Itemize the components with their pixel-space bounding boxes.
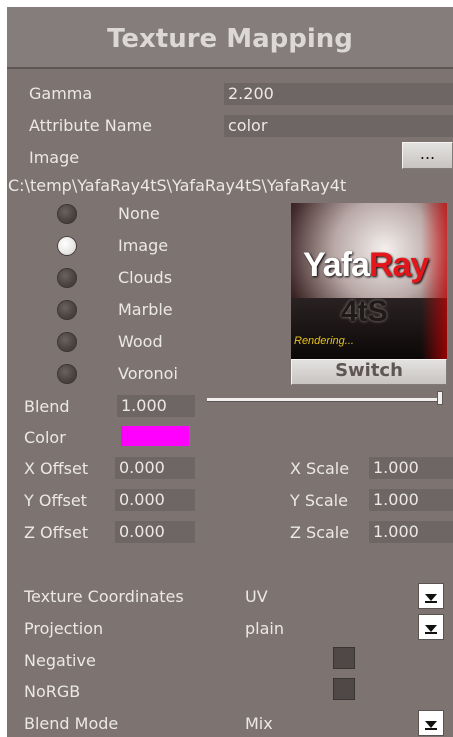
z-offset-label: Z Offset (24, 523, 89, 542)
x-offset-label: X Offset (24, 459, 89, 478)
z-offset-field[interactable]: 0.000 (115, 521, 195, 543)
radio-none-label: None (118, 204, 160, 223)
negative-checkbox[interactable] (333, 647, 355, 669)
render-preview-image: YafaRay 4tS Rendering... (291, 203, 447, 359)
projection-label: Projection (24, 619, 104, 638)
texture-coordinates-label: Texture Coordinates (24, 587, 184, 606)
switch-button[interactable]: Switch (291, 359, 447, 385)
blend-mode-value[interactable]: Mix (245, 714, 273, 734)
radio-voronoi-button[interactable] (57, 364, 77, 384)
y-scale-field[interactable]: 1.000 (369, 489, 453, 511)
x-scale-field[interactable]: 1.000 (369, 457, 453, 479)
radio-voronoi-label: Voronoi (118, 364, 178, 383)
radio-marble-label: Marble (118, 300, 173, 319)
radio-image-label: Image (118, 236, 169, 255)
y-offset-label: Y Offset (24, 491, 87, 510)
x-scale-label: X Scale (290, 459, 350, 478)
radio-clouds-button[interactable] (57, 268, 77, 288)
texture-coordinates-value[interactable]: UV (245, 587, 268, 607)
color-label: Color (24, 428, 66, 447)
color-swatch[interactable] (121, 426, 189, 446)
norgb-label: NoRGB (24, 682, 81, 701)
radio-none-button[interactable] (57, 204, 77, 224)
preview-status-text: Rendering... (294, 335, 354, 347)
radio-wood-label: Wood (118, 332, 163, 351)
z-scale-field[interactable]: 1.000 (369, 521, 453, 543)
blend-mode-label: Blend Mode (24, 714, 119, 733)
texture-mapping-panel: Texture Mapping Gamma 2.200 Attribute Na… (7, 7, 453, 737)
blend-mode-dropdown-icon[interactable] (418, 710, 444, 736)
preview-logo: YafaRay (303, 245, 429, 285)
y-offset-field[interactable]: 0.000 (115, 489, 195, 511)
radio-clouds-label: Clouds (118, 268, 173, 287)
radio-image-button[interactable] (57, 236, 77, 256)
radio-marble-button[interactable] (57, 300, 77, 320)
y-scale-label: Y Scale (290, 491, 348, 510)
image-path-text: C:\temp\YafaRay4tS\YafaRay4tS\YafaRay4t (8, 176, 347, 195)
blend-field[interactable]: 1.000 (117, 395, 195, 417)
title-divider (7, 67, 453, 69)
norgb-checkbox[interactable] (333, 678, 355, 700)
blend-label: Blend (24, 397, 70, 416)
x-offset-field[interactable]: 0.000 (115, 457, 195, 479)
z-scale-label: Z Scale (290, 523, 350, 542)
preview-logo-4ts: 4tS (341, 295, 388, 328)
blend-slider-thumb[interactable] (437, 391, 443, 405)
gamma-field[interactable]: 2.200 (224, 83, 453, 105)
image-browse-button[interactable]: ... (402, 142, 453, 169)
projection-value[interactable]: plain (245, 619, 284, 639)
gamma-label: Gamma (29, 84, 93, 103)
texture-coordinates-dropdown-icon[interactable] (418, 583, 444, 609)
attribute-name-field[interactable]: color (224, 115, 453, 137)
preview-logo-yafa: Yafa (303, 246, 370, 284)
projection-dropdown-icon[interactable] (418, 614, 444, 640)
radio-wood-button[interactable] (57, 332, 77, 352)
image-label: Image (29, 148, 80, 167)
attribute-name-label: Attribute Name (29, 116, 152, 135)
panel-title: Texture Mapping (7, 7, 453, 67)
preview-logo-ray: Ray (368, 246, 429, 284)
negative-label: Negative (24, 651, 96, 670)
blend-slider-track[interactable] (207, 398, 443, 402)
